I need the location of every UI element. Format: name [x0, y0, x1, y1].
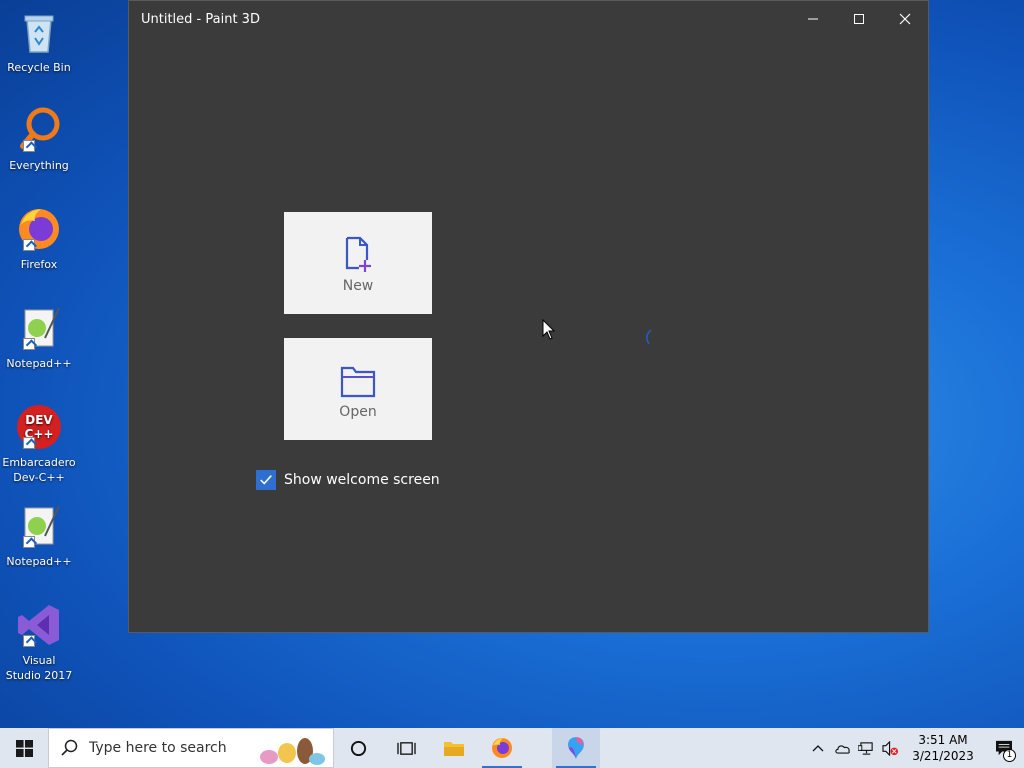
paint3d-window: Untitled - Paint 3D New Open Show welcom…: [128, 0, 929, 633]
show-welcome-checkbox-row[interactable]: Show welcome screen: [256, 470, 440, 490]
notepadpp-icon: [15, 304, 63, 352]
svg-text:DEV: DEV: [25, 413, 53, 427]
notification-count-badge: 1: [1003, 749, 1016, 762]
minimize-button[interactable]: [790, 1, 836, 37]
desktop-icon-everything[interactable]: Everything: [4, 106, 74, 173]
shortcut-arrow-icon: [23, 536, 35, 548]
title-bar[interactable]: Untitled - Paint 3D: [129, 1, 928, 37]
action-center-button[interactable]: 1: [984, 728, 1024, 768]
clock[interactable]: 3:51 AM 3/21/2023: [908, 732, 978, 764]
desktop-icon-visual-studio[interactable]: Visual Studio 2017: [4, 601, 74, 683]
search-input[interactable]: [89, 740, 259, 756]
recycle-bin-icon: [15, 8, 63, 56]
visual-studio-icon: [15, 601, 63, 649]
cortana-button[interactable]: [334, 728, 382, 768]
search-icon: [61, 739, 78, 756]
shortcut-arrow-icon: [23, 239, 35, 251]
volume-muted-icon: [881, 740, 898, 756]
task-view-icon: [396, 741, 416, 755]
desktop-icon-label: Embarcadero Dev-C++: [2, 456, 76, 484]
loading-spinner-icon: [646, 329, 652, 345]
shortcut-arrow-icon: [23, 437, 35, 449]
network-icon: [857, 741, 873, 755]
desktop-icon-label: Notepad++: [6, 357, 72, 370]
task-view-button[interactable]: [382, 728, 430, 768]
show-welcome-checkbox[interactable]: [256, 470, 276, 490]
desktop-icon-label: Firefox: [20, 258, 58, 271]
desktop-icon-label: Everything: [9, 159, 69, 172]
taskbar-spacer: [526, 728, 552, 768]
firefox-icon: [15, 205, 63, 253]
taskbar-file-explorer[interactable]: [430, 728, 478, 768]
window-title: Untitled - Paint 3D: [141, 11, 260, 27]
clock-time: 3:51 AM: [918, 733, 968, 747]
close-icon: [899, 13, 911, 25]
taskbar-firefox[interactable]: [478, 728, 526, 768]
new-file-icon: [345, 236, 371, 272]
volume-button[interactable]: [878, 728, 902, 768]
taskbar-search-box[interactable]: [48, 728, 334, 768]
devcpp-icon: DEV C++: [15, 403, 63, 451]
network-button[interactable]: [854, 728, 878, 768]
desktop-icon-label: Recycle Bin: [7, 61, 71, 74]
onedrive-button[interactable]: [830, 728, 854, 768]
show-welcome-label: Show welcome screen: [284, 472, 440, 488]
show-hidden-icons-button[interactable]: [806, 728, 830, 768]
desktop-icon-notepadpp-2[interactable]: Notepad++: [4, 502, 74, 569]
shortcut-arrow-icon: [23, 635, 35, 647]
desktop-icon-firefox[interactable]: Firefox: [4, 205, 74, 272]
checkmark-icon: [260, 475, 272, 485]
mouse-cursor-icon: [542, 319, 556, 340]
open-label: Open: [339, 404, 377, 420]
open-button[interactable]: Open: [284, 338, 432, 440]
everything-search-icon: [15, 106, 63, 154]
clock-date: 3/21/2023: [912, 749, 974, 763]
close-button[interactable]: [882, 1, 928, 37]
desktop-icon-devcpp[interactable]: DEV C++ Embarcadero Dev-C++: [2, 403, 76, 485]
system-tray: 3:51 AM 3/21/2023 1: [806, 728, 1024, 768]
easter-eggs-decoration-icon: [260, 738, 325, 765]
shortcut-arrow-icon: [23, 140, 35, 152]
paint3d-icon: [568, 737, 584, 759]
maximize-icon: [854, 14, 864, 24]
folder-icon: [340, 366, 376, 398]
cloud-icon: [834, 744, 850, 754]
new-label: New: [342, 278, 374, 294]
new-button[interactable]: New: [284, 212, 432, 314]
start-button[interactable]: [0, 728, 48, 768]
chevron-up-icon: [812, 745, 824, 752]
notepadpp-icon: [15, 502, 63, 550]
desktop-icon-notepadpp[interactable]: Notepad++: [4, 304, 74, 371]
cortana-circle-icon: [350, 740, 366, 756]
taskbar: 3:51 AM 3/21/2023 1: [0, 728, 1024, 768]
minimize-icon: [808, 18, 818, 20]
taskbar-paint3d[interactable]: [552, 728, 600, 768]
desktop-icon-label: Visual Studio 2017: [5, 654, 73, 682]
maximize-button[interactable]: [836, 1, 882, 37]
firefox-icon: [492, 738, 512, 758]
desktop-icon-recycle-bin[interactable]: Recycle Bin: [4, 8, 74, 75]
windows-logo-icon: [15, 739, 33, 757]
desktop-icon-label: Notepad++: [6, 555, 72, 568]
shortcut-arrow-icon: [23, 338, 35, 350]
file-explorer-icon: [444, 742, 464, 756]
